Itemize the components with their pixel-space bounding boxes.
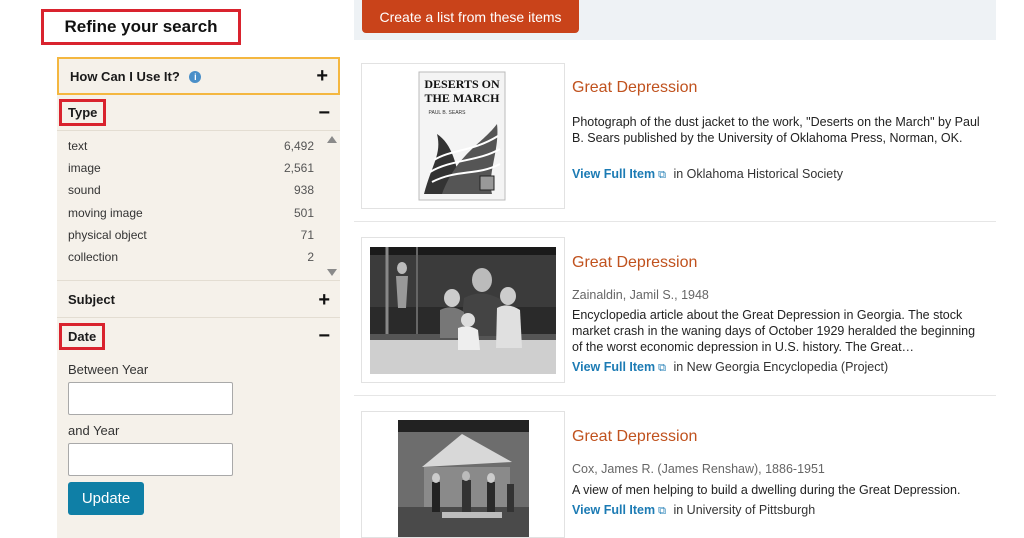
type-option-label: text [68,139,88,153]
result-description: Photograph of the dust jacket to the wor… [572,115,980,145]
plus-icon[interactable]: + [316,66,328,86]
minus-icon[interactable]: − [318,326,330,346]
subject-facet-toggle[interactable]: Subject + [57,282,340,318]
result-item: Great Depression Zainaldin, Jamil S., 19… [361,237,996,383]
type-option-count: 6,492 [283,139,314,153]
type-option-count: 501 [293,206,314,220]
info-icon[interactable]: i [189,71,202,84]
result-creator: Cox, James R. (James Renshaw), 1886-1951 [572,462,825,476]
result-thumbnail[interactable]: DESERTS ON THE MARCH PAUL B. SEARS [361,63,565,209]
update-button[interactable]: Update [68,482,144,515]
type-option-moving-image[interactable]: moving image 501 [68,202,314,224]
external-link-icon: ⧉ [658,505,666,517]
minus-icon[interactable]: − [318,103,330,123]
type-option-label: collection [68,250,119,264]
result-creator: Zainaldin, Jamil S., 1948 [572,288,709,302]
date-facet-label: Date [59,322,106,350]
type-option-count: 938 [293,183,314,197]
type-option-image[interactable]: image 2,561 [68,157,314,179]
type-option-label: moving image [68,206,143,220]
result-source: in Oklahoma Historical Society [673,167,843,181]
scroll-up-arrow-icon[interactable] [327,136,337,143]
type-option-label: physical object [68,228,147,242]
type-option-count: 2 [307,250,314,264]
type-option-collection[interactable]: collection 2 [68,246,314,268]
cover-title-line2: THE MARCH [425,91,501,105]
and-year-label: and Year [68,423,120,438]
type-option-label: sound [68,183,101,197]
type-option-label: image [68,161,101,175]
type-option-count: 2,561 [283,161,314,175]
result-source: in New Georgia Encyclopedia (Project) [673,360,889,374]
external-link-icon: ⧉ [658,362,666,374]
type-facet-label: Type [59,99,107,126]
result-divider [354,221,996,222]
facet-sidebar: How Can I Use It? i + Type − text 6,492 … [57,57,340,538]
result-source-row: View Full Item ⧉ in Oklahoma Historical S… [572,167,843,182]
result-description: A view of men helping to build a dwellin… [572,483,961,497]
result-description: Encyclopedia article about the Great Dep… [572,308,976,354]
view-full-item-link[interactable]: View Full Item [572,360,655,374]
between-year-input[interactable] [68,382,233,415]
create-list-button[interactable]: Create a list from these items [362,0,579,33]
refine-search-title: Refine your search [41,9,241,45]
result-thumbnail[interactable] [361,411,565,538]
result-title-link[interactable]: Great Depression [572,254,697,272]
how-can-label: How Can I Use It? [70,68,180,84]
result-item: Great Depression Cox, James R. (James Re… [361,411,996,538]
result-thumbnail[interactable] [361,237,565,383]
book-cover-image: DESERTS ON THE MARCH PAUL B. SEARS [418,71,506,201]
result-title-link[interactable]: Great Depression [572,79,697,97]
result-divider [354,395,996,396]
result-title-link[interactable]: Great Depression [572,428,697,446]
type-option-sound[interactable]: sound 938 [68,179,314,201]
between-year-label: Between Year [68,362,149,377]
date-facet-toggle[interactable]: Date − [57,318,340,354]
type-facet-list: text 6,492 image 2,561 sound 938 moving … [57,131,340,281]
how-can-label-wrap: How Can I Use It? i [70,68,202,84]
plus-icon[interactable]: + [318,290,330,310]
external-link-icon: ⧉ [658,169,666,181]
family-photo-image [370,247,556,374]
result-item: DESERTS ON THE MARCH PAUL B. SEARS Great… [361,63,996,209]
type-option-text[interactable]: text 6,492 [68,135,314,157]
result-source-row: View Full Item ⧉ in University of Pittsbu… [572,503,815,518]
type-option-count: 71 [300,228,314,242]
how-can-i-use-it-toggle[interactable]: How Can I Use It? i + [57,57,340,95]
and-year-input[interactable] [68,443,233,476]
cover-author: PAUL B. SEARS [429,110,467,116]
date-range-form: Between Year and Year [68,362,328,476]
view-full-item-link[interactable]: View Full Item [572,503,655,517]
type-option-physical-object[interactable]: physical object 71 [68,224,314,246]
type-facet-toggle[interactable]: Type − [57,95,340,131]
cover-title-line1: DESERTS ON [424,77,500,91]
subject-facet-label: Subject [68,292,115,307]
view-full-item-link[interactable]: View Full Item [572,167,655,181]
dwelling-construction-photo [398,420,529,537]
result-source: in University of Pittsburgh [673,503,816,517]
results-toolbar: Create a list from these items [354,0,996,40]
result-source-row: View Full Item ⧉ in New Georgia Encyclope… [572,360,888,375]
scroll-down-arrow-icon[interactable] [327,269,337,276]
